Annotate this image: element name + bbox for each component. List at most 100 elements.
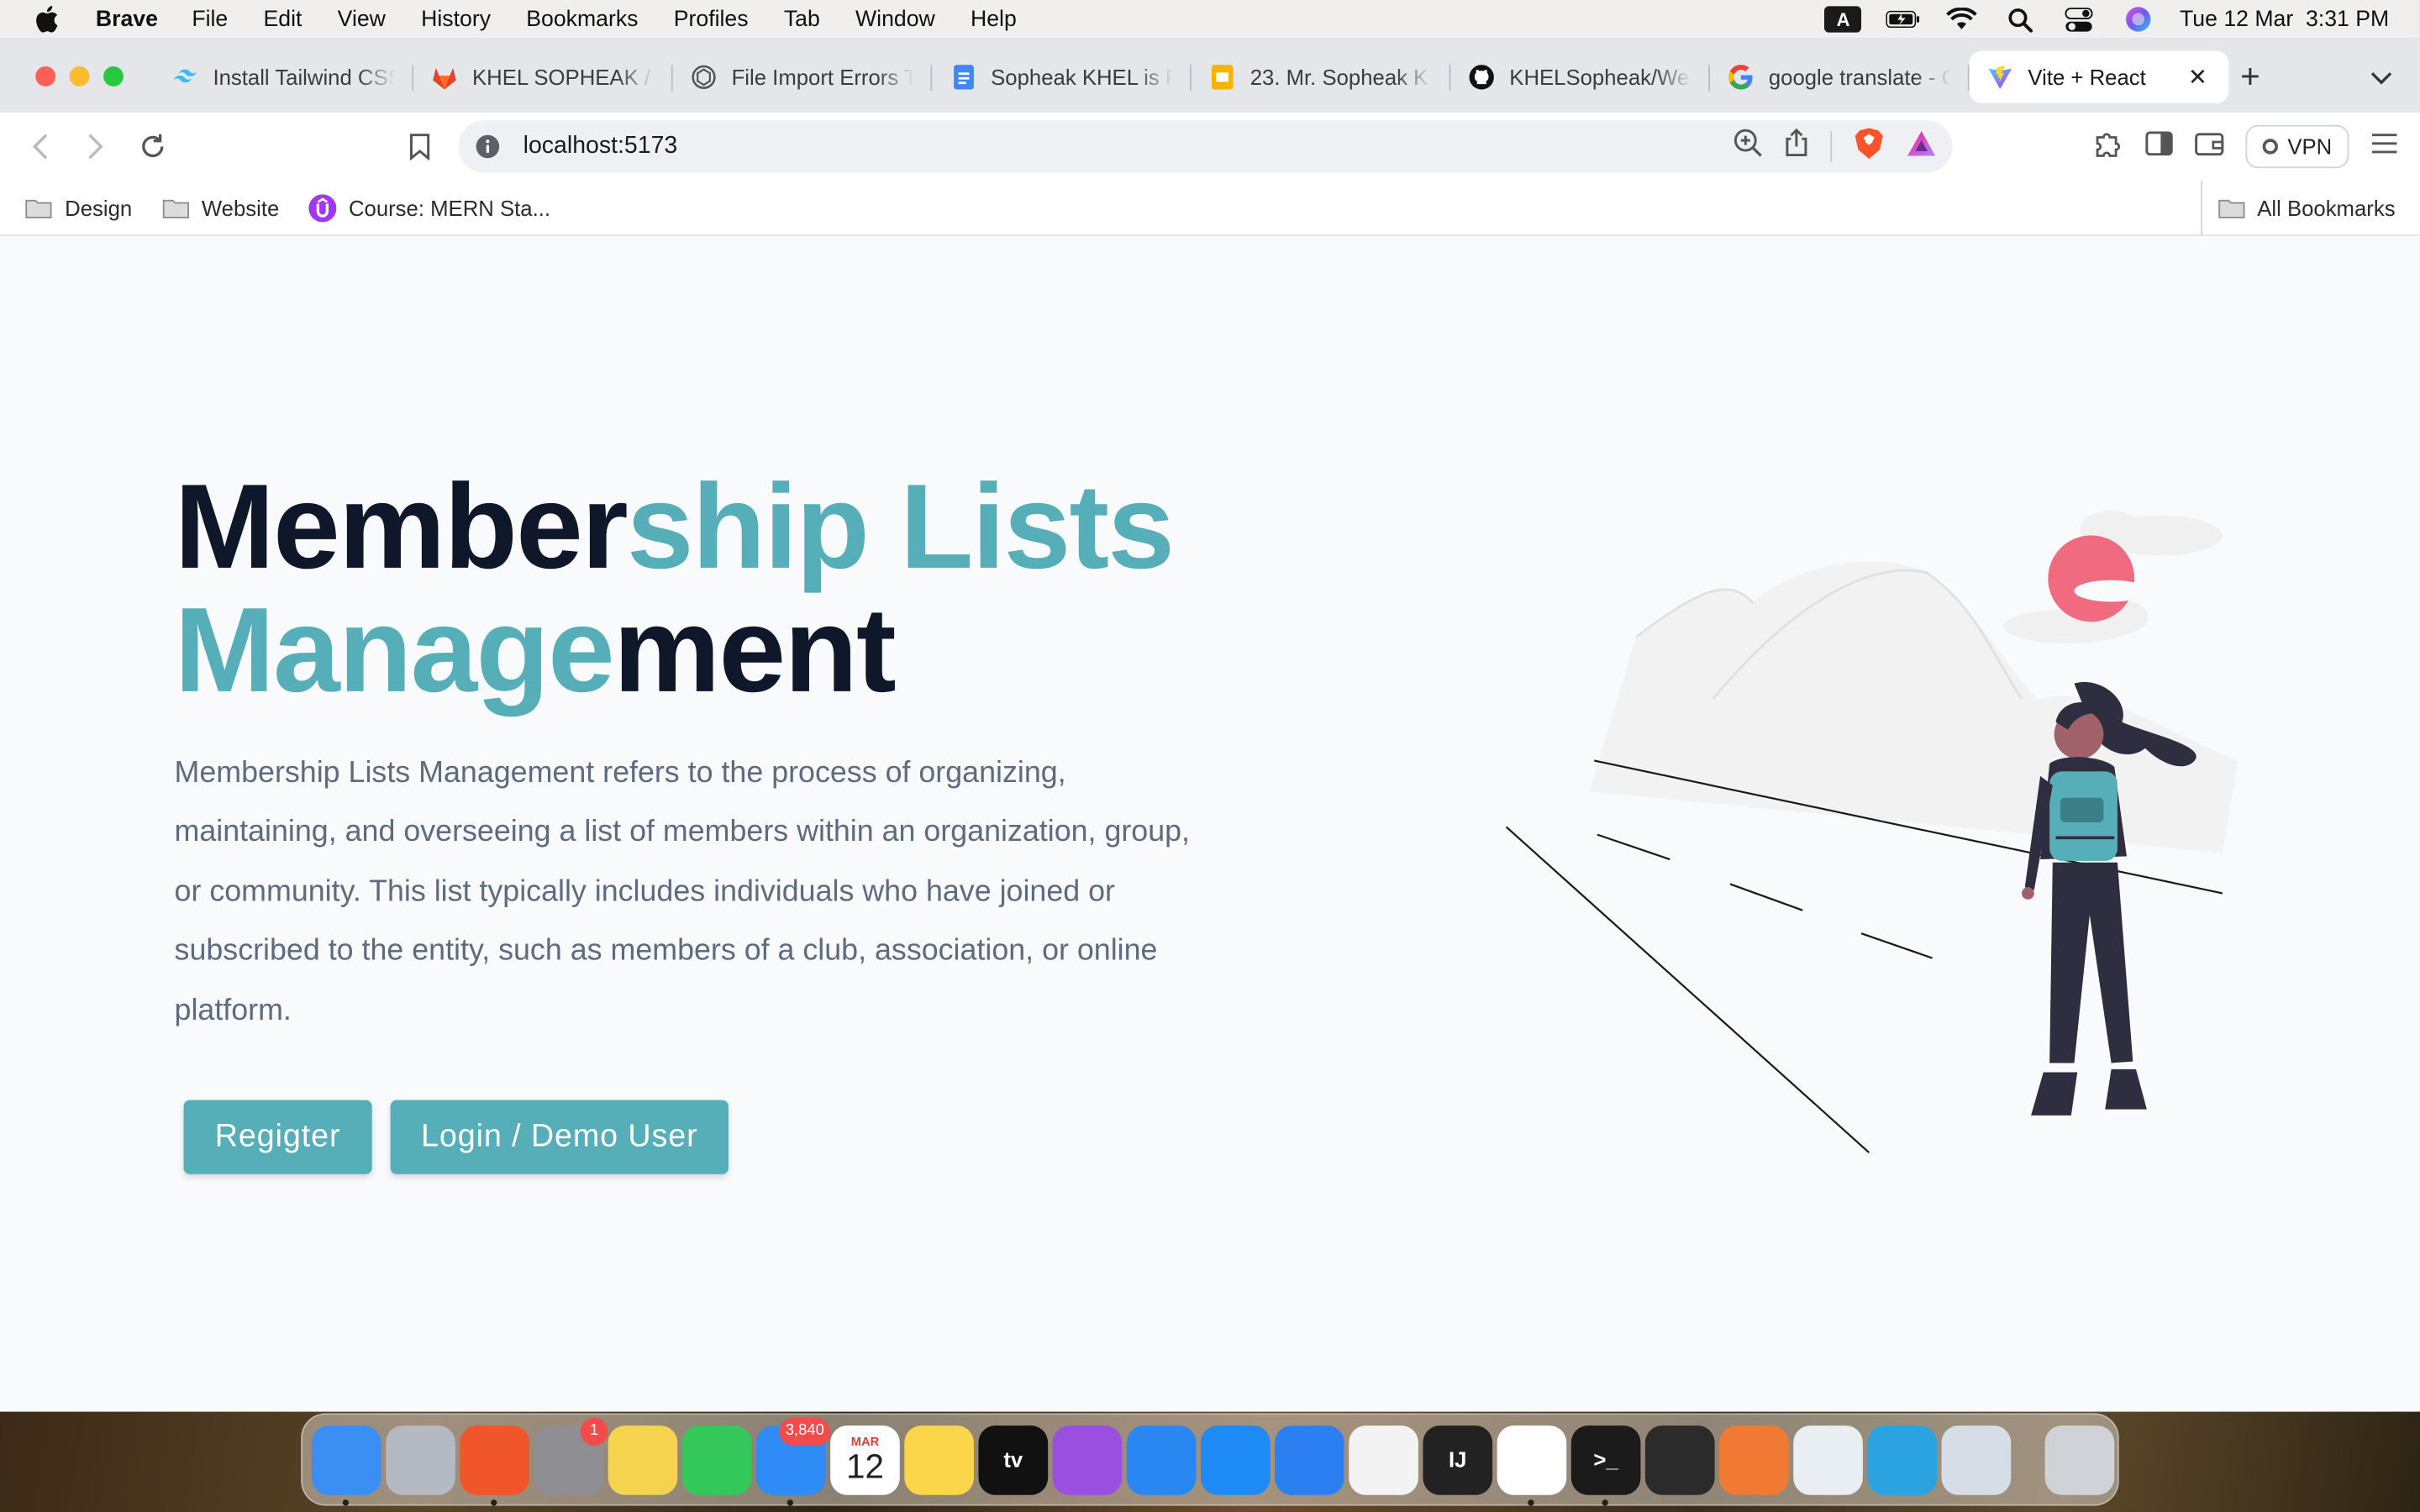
- postgres-icon[interactable]: [1793, 1425, 1863, 1494]
- battery-icon[interactable]: [1886, 5, 1920, 33]
- minimize-window-button[interactable]: [69, 66, 90, 87]
- vpn-button[interactable]: VPN: [2245, 124, 2349, 169]
- brave-icon[interactable]: [460, 1425, 529, 1505]
- menu-view[interactable]: View: [338, 7, 386, 31]
- menu-bar: Brave File Edit View History Bookmarks P…: [0, 0, 2420, 39]
- menubar-clock[interactable]: Tue 12 Mar 3:31 PM: [2180, 7, 2389, 31]
- reload-icon[interactable]: [134, 128, 171, 165]
- trash-icon[interactable]: [2044, 1425, 2115, 1494]
- tab-vite-react[interactable]: Vite + React ✕: [1969, 50, 2229, 104]
- telegram-icon[interactable]: [1867, 1425, 1938, 1494]
- photos-icon[interactable]: [608, 1425, 678, 1494]
- running-indicator: [491, 1499, 497, 1505]
- gitlab-icon: [432, 65, 456, 89]
- notes-icon[interactable]: [904, 1425, 974, 1494]
- hero-title-dark: ment: [613, 581, 897, 718]
- zoom-window-button[interactable]: [103, 66, 124, 87]
- podcasts-icon[interactable]: [1052, 1425, 1123, 1494]
- running-indicator: [342, 1499, 350, 1505]
- close-tab-icon[interactable]: ✕: [2186, 65, 2210, 91]
- control-center-icon[interactable]: [2062, 5, 2096, 33]
- site-info-icon[interactable]: [474, 133, 502, 160]
- launchpad-icon[interactable]: [386, 1425, 455, 1494]
- calendar-month-label: MAR: [850, 1434, 880, 1448]
- window-controls: [35, 66, 124, 87]
- pen-app-icon[interactable]: [1719, 1425, 1789, 1494]
- all-bookmarks-button[interactable]: All Bookmarks: [2200, 180, 2396, 237]
- wallet-icon[interactable]: [2195, 130, 2224, 163]
- siri-icon[interactable]: [2121, 5, 2154, 33]
- spotlight-search-icon[interactable]: [2004, 5, 2038, 33]
- tab-google-slides[interactable]: 23. Mr. Sopheak K: [1192, 51, 1451, 103]
- intellij-icon[interactable]: IJ: [1423, 1425, 1493, 1494]
- keynote-icon[interactable]: [1126, 1425, 1197, 1494]
- menu-tab[interactable]: Tab: [784, 7, 820, 31]
- address-bar[interactable]: localhost:5173: [458, 120, 1953, 173]
- bookmarks-bar: Design Website Course: MERN Sta... All B…: [0, 180, 2420, 237]
- chevron-down-icon[interactable]: [2366, 63, 2397, 91]
- menu-help[interactable]: Help: [971, 7, 1017, 31]
- wifi-icon[interactable]: [1945, 5, 1979, 33]
- vpn-status-icon: [2262, 139, 2279, 155]
- forward-arrow-icon[interactable]: [77, 128, 114, 165]
- tab-gitlab[interactable]: KHEL SOPHEAK / M: [413, 51, 673, 103]
- menu-history[interactable]: History: [421, 7, 491, 31]
- apple-tv-icon[interactable]: tv: [978, 1425, 1049, 1494]
- register-button[interactable]: Regigter: [183, 1100, 372, 1174]
- calendar-icon[interactable]: MAR 12: [830, 1425, 900, 1494]
- vscode-icon[interactable]: [1497, 1425, 1567, 1505]
- new-tab-button[interactable]: +: [2233, 57, 2267, 96]
- system-settings-icon[interactable]: 1: [534, 1417, 608, 1494]
- tab-google-docs[interactable]: Sopheak KHEL is R: [932, 51, 1192, 103]
- finder-icon[interactable]: [312, 1425, 381, 1505]
- tab-chatgpt[interactable]: File Import Errors T: [673, 51, 933, 103]
- hero-title: Membership Lists Management: [175, 465, 1286, 711]
- tab-label: KHEL SOPHEAK / M: [472, 65, 655, 90]
- tab-github[interactable]: KHELSopheak/Wea: [1450, 51, 1711, 103]
- menu-window[interactable]: Window: [855, 7, 935, 31]
- browser-toolbar: localhost:5173 VPN: [0, 113, 2420, 181]
- bookmark-folder-design[interactable]: Design: [24, 195, 133, 220]
- close-window-button[interactable]: [35, 66, 56, 87]
- tab-label: Install Tailwind CSS: [213, 65, 396, 90]
- app-store-icon[interactable]: [1200, 1425, 1270, 1494]
- menu-app-name[interactable]: Brave: [96, 7, 158, 31]
- apple-menu-icon[interactable]: [31, 4, 62, 35]
- terminal-icon[interactable]: >_: [1570, 1425, 1641, 1505]
- calendar-day-label: 12: [845, 1446, 884, 1485]
- running-indicator: [786, 1499, 794, 1505]
- tab-google-translate[interactable]: google translate - G: [1710, 51, 1970, 103]
- hero-title-accent: Manage: [174, 581, 615, 718]
- menu-edit[interactable]: Edit: [264, 7, 302, 31]
- brave-rewards-icon[interactable]: [1906, 129, 1937, 164]
- dock: 1 3,840 MAR 12 tv IJ >_: [301, 1413, 2119, 1506]
- menu-file[interactable]: File: [192, 7, 228, 31]
- final-cut-icon[interactable]: [1644, 1425, 1715, 1494]
- android-studio-icon[interactable]: [1349, 1425, 1418, 1494]
- extensions-icon[interactable]: [2093, 128, 2124, 166]
- login-demo-button[interactable]: Login / Demo User: [390, 1100, 729, 1174]
- bookmark-folder-website[interactable]: Website: [161, 195, 279, 220]
- tab-label: google translate - G: [1768, 65, 1951, 90]
- bookmark-icon[interactable]: [402, 128, 439, 165]
- settings-utility-icon[interactable]: [1941, 1425, 2012, 1494]
- bookmark-course-mern[interactable]: Course: MERN Sta...: [308, 193, 550, 222]
- tab-bar: Install Tailwind CSS KHEL SOPHEAK / M Fi…: [0, 38, 2420, 113]
- menu-bookmarks[interactable]: Bookmarks: [526, 7, 638, 31]
- brave-shields-icon[interactable]: [1854, 126, 1885, 168]
- zoom-icon[interactable]: [1733, 128, 1763, 165]
- tab-install-tailwind[interactable]: Install Tailwind CSS: [155, 51, 414, 103]
- hamburger-menu-icon[interactable]: [2370, 132, 2398, 161]
- share-icon[interactable]: [1784, 128, 1808, 165]
- back-arrow-icon[interactable]: [22, 128, 59, 165]
- bookmark-label: Design: [65, 195, 133, 220]
- input-source-icon[interactable]: A: [1824, 6, 1862, 33]
- sidebar-icon[interactable]: [2145, 130, 2174, 163]
- running-indicator: [1602, 1499, 1608, 1505]
- xcode-icon[interactable]: [1275, 1425, 1344, 1494]
- menu-profiles[interactable]: Profiles: [674, 7, 749, 31]
- url-text[interactable]: localhost:5173: [523, 133, 678, 160]
- mail-icon[interactable]: 3,840: [755, 1417, 831, 1505]
- messages-icon[interactable]: [681, 1425, 752, 1494]
- hero-title-dark: Member: [174, 458, 629, 595]
